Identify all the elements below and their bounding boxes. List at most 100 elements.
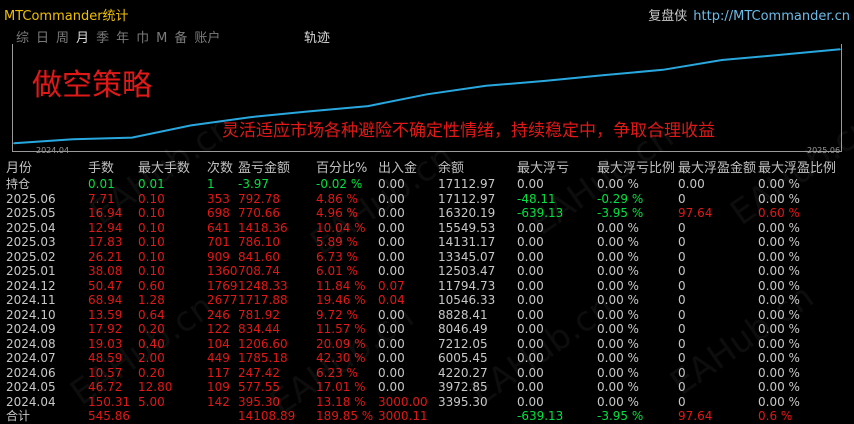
table-cell: 0.00 % [758,220,800,235]
column-header[interactable]: 出入金 [378,161,436,176]
equity-point [13,142,15,145]
table-cell: 持仓 [6,177,31,191]
table-cell: 2024.10 [6,307,56,322]
table-cell: 117 [207,365,230,380]
table-row[interactable]: 2024.11 68.94 1.28 2677 1717.88 19.46 % 0.04 10… [0,293,854,308]
table-cell: 0.00 % [597,264,639,278]
table-cell: 0.00 % [758,191,800,206]
table-row[interactable]: 2024.05 46.72 12.80 109 577.55 17.01 % 0.00 397… [0,380,854,395]
table-cell: 0.60 % [758,206,800,220]
table-cell: 12.80 [138,380,173,394]
table-cell: 0.00 [517,307,544,322]
table-cell: 10.57 [88,365,123,380]
strategy-title: 做空策略 [32,68,152,103]
column-header[interactable]: 月份 [6,161,86,176]
table-cell: 19.03 [88,336,123,351]
column-header[interactable]: 最大浮亏 [517,161,595,176]
table-cell: 0.10 [138,235,165,249]
table-row[interactable]: 2025.06 7.71 0.10 353 792.78 4.86 % 0.00 17112.… [0,192,854,207]
table-cell: 1206.60 [238,336,288,351]
table-cell: 0.00 % [597,322,639,336]
table-cell: 0.20 [138,322,165,336]
table-cell: 0.00 % [597,249,639,264]
brand-url-link[interactable]: http://MTCommander.cn [693,9,850,24]
table-cell: 17.83 [88,235,123,249]
table-row[interactable]: 2024.07 48.59 2.00 449 1785.18 42.30 % 0.00 600… [0,351,854,366]
column-header[interactable]: 最大手数 [138,161,206,176]
table-cell: 4.96 % [316,206,358,220]
table-cell: 26.21 [88,249,123,264]
table-row[interactable]: 2024.09 17.92 0.20 122 834.44 11.57 % 0.00 8046… [0,322,854,337]
table-row[interactable]: 2025.01 38.08 0.10 1360 708.74 6.01 % 0.00 1250… [0,264,854,279]
table-row[interactable]: 2025.03 17.83 0.10 701 786.10 5.89 % 0.00 14131… [0,235,854,250]
table-row[interactable]: 2025.05 16.94 0.10 698 770.66 4.96 % 0.00 16320… [0,206,854,221]
table-cell: 0.00 [517,264,544,278]
column-header[interactable]: 最大浮盈比例 [758,161,852,176]
table-cell: 0.00 [378,235,405,249]
table-cell: 2025.04 [6,220,56,235]
table-cell: 48.59 [88,351,123,365]
table-cell: 0.00 [378,206,405,220]
table-cell: 0.00 [517,351,544,365]
table-row[interactable]: 2024.10 13.59 0.64 246 781.92 9.72 % 0.00 8828.… [0,308,854,323]
column-header[interactable]: 余额 [438,161,516,176]
table-cell: 4220.27 [438,365,488,380]
strategy-description: 灵活适应市场各种避险不确定性情绪，持续稳定中，争取合理收益 [222,121,715,141]
table-row[interactable]: 持仓 0.01 0.01 1 -3.97 -0.02 % 0.00 17112.97 0.00 0… [0,177,854,192]
table-cell: 2024.08 [6,336,56,351]
equity-point [839,48,841,51]
table-row[interactable]: 2024.12 50.47 0.60 1769 1248.33 11.84 % 0.07 11… [0,279,854,294]
table-cell: 0.01 [138,177,165,191]
table-cell: 97.64 [678,409,713,423]
table-cell: 834.44 [238,322,280,336]
table-cell: 8828.41 [438,307,488,322]
table-cell: 46.72 [88,380,123,394]
column-header[interactable]: 最大浮亏比例 [597,161,677,176]
table-row[interactable]: 2024.04 150.31 5.00 142 395.30 13.18 % 3000.00… [0,395,854,410]
table-cell: 13.18 % [316,394,366,409]
table-cell: 0.10 [138,264,165,278]
table-cell: 97.64 [678,206,713,220]
table-cell: 7212.05 [438,336,488,351]
equity-point [426,93,428,96]
table-cell: -3.97 [238,177,270,191]
table-cell: 17.92 [88,322,123,336]
app-title: MTCommander统计 [4,9,129,24]
table-cell: 1360 [207,264,237,278]
table-cell: 841.60 [238,249,280,264]
table-row[interactable]: 2025.04 12.94 0.10 641 1418.36 10.04 % 0.00 155… [0,221,854,236]
table-cell: 641 [207,220,230,235]
table-cell: 1717.88 [238,293,288,307]
table-total-row[interactable]: 合计 545.86 14108.89 189.85 % 3000.11 -639.13 -3… [0,409,854,424]
table-cell: 17.01 % [316,380,366,394]
column-header[interactable]: 最大浮盈金额 [678,161,756,176]
table-row[interactable]: 2024.06 10.57 0.20 117 247.42 6.23 % 0.00 4220.… [0,366,854,381]
table-cell: 770.66 [238,206,280,220]
table-cell: 7.71 [88,191,115,206]
column-header[interactable]: 手数 [88,161,136,176]
table-cell: 17112.97 [438,177,496,191]
equity-point [131,136,133,139]
equity-point [721,59,723,61]
equity-point [780,53,782,56]
table-cell: 1248.33 [238,278,288,293]
table-cell: 15549.53 [438,220,496,235]
column-header[interactable]: 盈亏金额 [238,161,314,176]
table-cell: 0 [678,235,686,249]
table-cell: 0.10 [138,191,165,206]
column-header[interactable]: 次数 [207,161,237,176]
table-cell: 0.00 [378,191,405,206]
table-row[interactable]: 2025.02 26.21 0.10 909 841.60 6.73 % 0.00 13345… [0,250,854,265]
equity-point [544,80,546,82]
equity-point [367,105,369,107]
table-cell: 6.73 % [316,249,358,264]
table-cell: 0 [678,264,686,278]
column-header[interactable]: 百分比% [316,161,376,176]
table-cell: 698 [207,206,230,220]
table-cell: 0.60 [138,278,165,293]
table-cell: 0.00 % [758,351,800,365]
table-cell: 395.30 [238,394,280,409]
table-row[interactable]: 2024.08 19.03 0.40 104 1206.60 20.09 % 0.00 721… [0,337,854,352]
table-cell: 0.00 [378,177,405,191]
table-cell: 0.07 [378,278,405,293]
